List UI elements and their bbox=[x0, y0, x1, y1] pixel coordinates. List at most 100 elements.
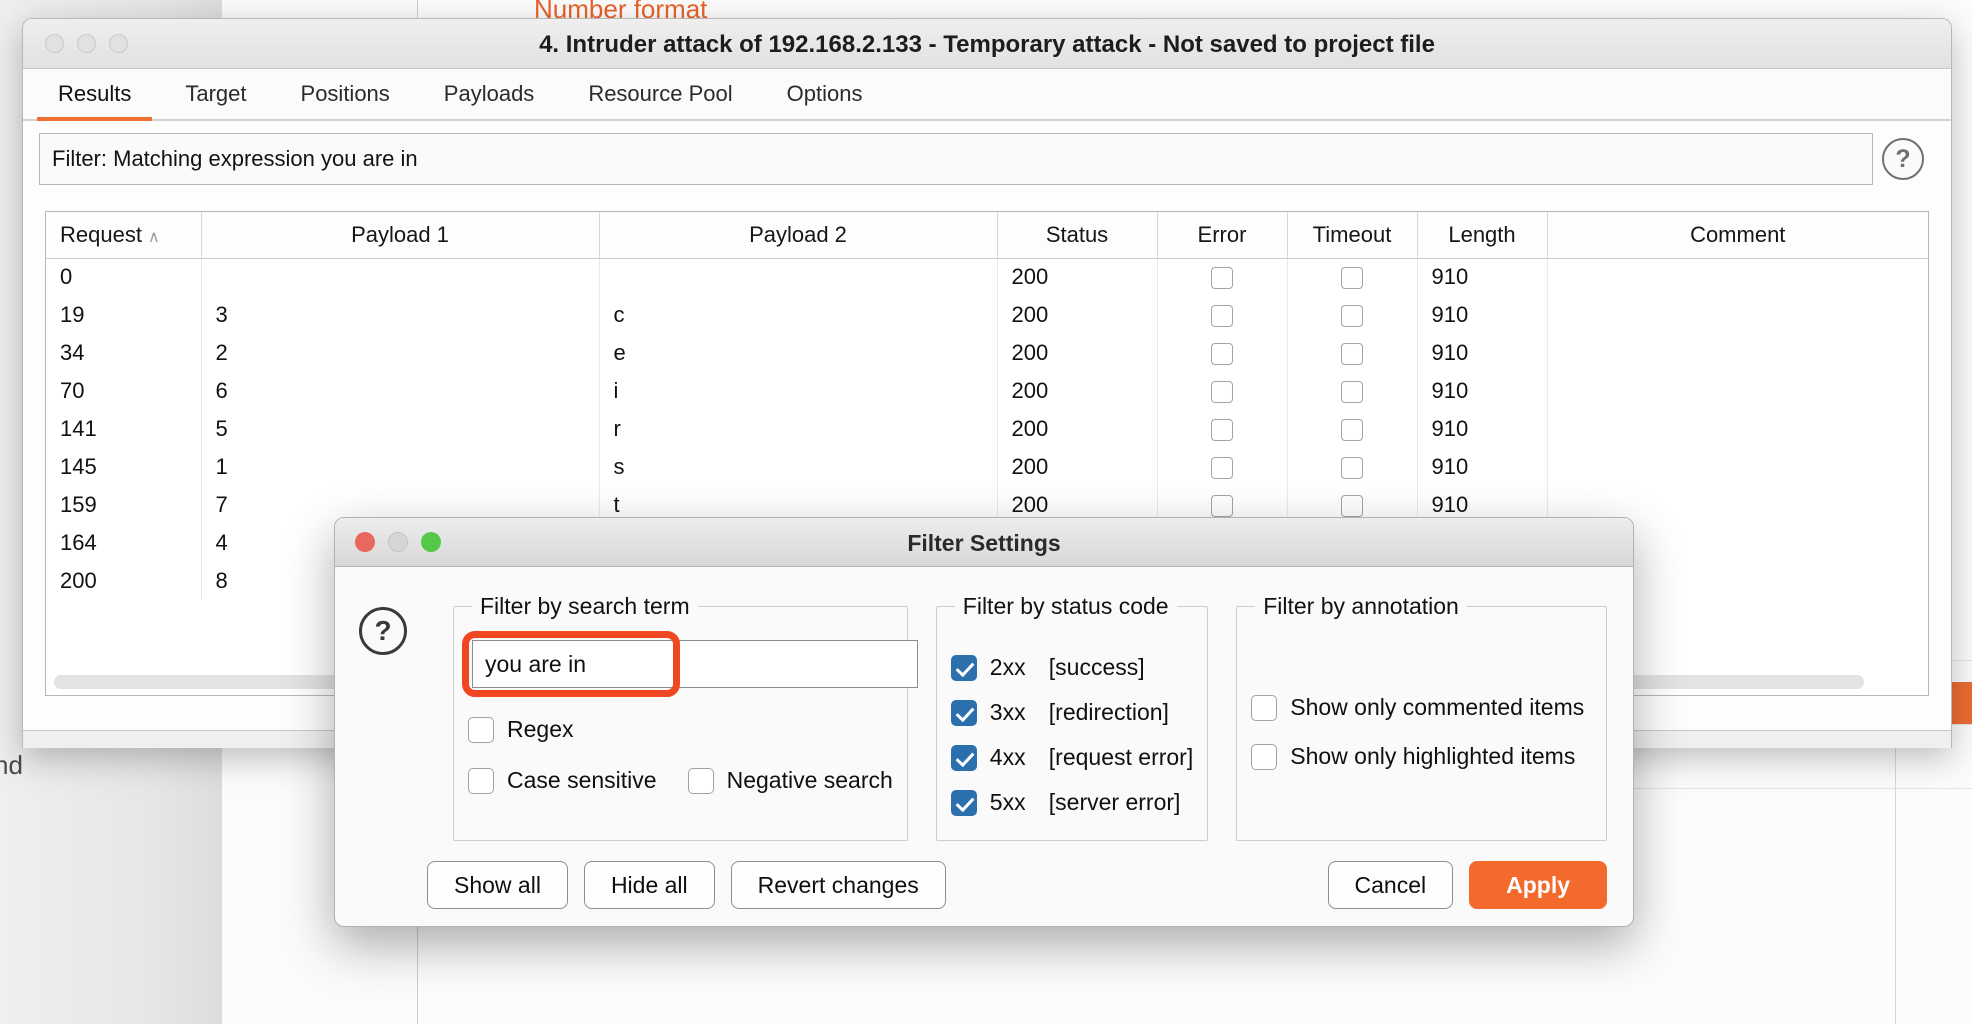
cancel-button[interactable]: Cancel bbox=[1327, 861, 1454, 909]
status-4xx-code: 4xx bbox=[989, 744, 1026, 770]
cell-timeout bbox=[1287, 296, 1418, 334]
tab-results[interactable]: Results bbox=[31, 69, 158, 121]
show-only-commented-checkbox[interactable] bbox=[1251, 694, 1278, 721]
filter-settings-dialog: Filter Settings ? Filter by search term … bbox=[334, 517, 1634, 927]
cell-payload2: s bbox=[599, 448, 998, 486]
window-titlebar: 4. Intruder attack of 192.168.2.133 - Te… bbox=[23, 19, 1951, 69]
revert-changes-button[interactable]: Revert changes bbox=[730, 861, 946, 909]
status-code-row[interactable]: 5xx [server error] bbox=[950, 789, 1193, 816]
search-input-row bbox=[462, 631, 918, 697]
tab-payloads[interactable]: Payloads bbox=[417, 69, 562, 119]
case-sensitive-label: Case sensitive bbox=[507, 767, 657, 793]
tab-resource-pool[interactable]: Resource Pool bbox=[561, 69, 759, 119]
highlighted-items-row[interactable]: Show only highlighted items bbox=[1251, 743, 1592, 770]
column-header-length[interactable]: Length bbox=[1417, 212, 1548, 259]
column-header-payload2[interactable]: Payload 2 bbox=[599, 212, 998, 259]
case-sensitive-checkbox[interactable] bbox=[468, 767, 494, 794]
cell-payload2: c bbox=[599, 296, 998, 334]
dialog-titlebar: Filter Settings bbox=[335, 518, 1633, 567]
cell-timeout bbox=[1287, 258, 1418, 296]
apply-button[interactable]: Apply bbox=[1469, 861, 1607, 909]
error-checkbox[interactable] bbox=[1211, 381, 1233, 404]
cell-payload2 bbox=[599, 258, 998, 296]
cell-error bbox=[1157, 372, 1288, 410]
table-row[interactable]: 0 200 910 bbox=[46, 258, 1928, 296]
table-row[interactable]: 19 3 c 200 910 bbox=[46, 296, 1928, 334]
timeout-checkbox[interactable] bbox=[1341, 343, 1363, 366]
search-term-input[interactable] bbox=[472, 640, 918, 688]
table-row[interactable]: 145 1 s 200 910 bbox=[46, 448, 1928, 486]
show-all-button[interactable]: Show all bbox=[427, 861, 568, 909]
status-2xx-checkbox[interactable] bbox=[950, 654, 977, 681]
cell-length: 910 bbox=[1417, 258, 1548, 296]
status-code-row[interactable]: 2xx [success] bbox=[950, 654, 1193, 681]
show-only-commented-label: Show only commented items bbox=[1290, 694, 1585, 720]
cell-request: 141 bbox=[46, 410, 202, 448]
status-5xx-checkbox[interactable] bbox=[950, 789, 977, 816]
timeout-checkbox[interactable] bbox=[1341, 495, 1363, 518]
sort-ascending-icon: ∧ bbox=[147, 228, 160, 246]
timeout-checkbox[interactable] bbox=[1341, 267, 1363, 290]
error-checkbox[interactable] bbox=[1211, 419, 1233, 442]
regex-checkbox-row[interactable]: Regex bbox=[468, 716, 893, 743]
error-checkbox[interactable] bbox=[1211, 343, 1233, 366]
filter-groups: Filter by search term Regex Case sensiti… bbox=[453, 593, 1607, 841]
cell-comment bbox=[1547, 448, 1928, 486]
negative-search-checkbox[interactable] bbox=[687, 767, 714, 794]
cell-comment bbox=[1547, 296, 1928, 334]
status-4xx-checkbox[interactable] bbox=[950, 744, 977, 771]
error-checkbox[interactable] bbox=[1211, 457, 1233, 480]
hide-all-button[interactable]: Hide all bbox=[583, 861, 715, 909]
column-header-error[interactable]: Error bbox=[1157, 212, 1288, 259]
column-header-status[interactable]: Status bbox=[997, 212, 1158, 259]
status-5xx-code: 5xx bbox=[989, 789, 1026, 815]
timeout-checkbox[interactable] bbox=[1341, 381, 1363, 404]
column-header-timeout[interactable]: Timeout bbox=[1287, 212, 1418, 259]
cell-request: 164 bbox=[46, 524, 202, 562]
column-header-payload1[interactable]: Payload 1 bbox=[201, 212, 600, 259]
status-2xx-code: 2xx bbox=[989, 654, 1026, 680]
error-checkbox[interactable] bbox=[1211, 267, 1233, 290]
show-only-highlighted-checkbox[interactable] bbox=[1251, 743, 1278, 770]
tab-options[interactable]: Options bbox=[760, 69, 890, 119]
error-checkbox[interactable] bbox=[1211, 495, 1233, 518]
annotation-spacer bbox=[1251, 636, 1592, 672]
column-header-comment[interactable]: Comment bbox=[1547, 212, 1928, 259]
cell-payload1: 3 bbox=[201, 296, 600, 334]
show-only-highlighted-label: Show only highlighted items bbox=[1290, 743, 1576, 769]
filter-bar[interactable]: Filter: Matching expression you are in ? bbox=[39, 133, 1924, 185]
cell-request: 70 bbox=[46, 372, 202, 410]
cell-timeout bbox=[1287, 410, 1418, 448]
cell-request: 0 bbox=[46, 258, 202, 296]
tab-target[interactable]: Target bbox=[158, 69, 273, 119]
dialog-help-icon[interactable]: ? bbox=[359, 607, 407, 655]
regex-checkbox[interactable] bbox=[468, 716, 494, 743]
timeout-checkbox[interactable] bbox=[1341, 457, 1363, 480]
commented-items-row[interactable]: Show only commented items bbox=[1251, 694, 1592, 721]
filter-help-icon[interactable]: ? bbox=[1882, 138, 1924, 180]
table-row[interactable]: 34 2 e 200 910 bbox=[46, 334, 1928, 372]
table-row[interactable]: 70 6 i 200 910 bbox=[46, 372, 1928, 410]
column-header-request[interactable]: Request ∧ bbox=[46, 212, 202, 259]
cell-payload2: e bbox=[599, 334, 998, 372]
status-2xx-description: [success] bbox=[1048, 654, 1145, 680]
dialog-title: Filter Settings bbox=[907, 530, 1061, 556]
error-checkbox[interactable] bbox=[1211, 305, 1233, 328]
filter-by-search-term-group: Filter by search term Regex Case sensiti… bbox=[453, 593, 918, 841]
cell-comment bbox=[1547, 258, 1928, 296]
table-row[interactable]: 141 5 r 200 910 bbox=[46, 410, 1928, 448]
tab-positions[interactable]: Positions bbox=[274, 69, 417, 119]
status-3xx-checkbox[interactable] bbox=[950, 699, 977, 726]
cell-timeout bbox=[1287, 334, 1418, 372]
status-5xx-description: [server error] bbox=[1048, 789, 1181, 815]
background-partial-label: nd bbox=[0, 750, 23, 780]
dialog-footer: Show all Hide all Revert changes Cancel … bbox=[335, 842, 1633, 926]
cell-payload1: 2 bbox=[201, 334, 600, 372]
cell-status: 200 bbox=[997, 448, 1158, 486]
status-code-row[interactable]: 4xx [request error] bbox=[950, 744, 1193, 771]
timeout-checkbox[interactable] bbox=[1341, 305, 1363, 328]
cell-comment bbox=[1547, 334, 1928, 372]
timeout-checkbox[interactable] bbox=[1341, 419, 1363, 442]
cell-request: 19 bbox=[46, 296, 202, 334]
status-code-row[interactable]: 3xx [redirection] bbox=[950, 699, 1193, 726]
